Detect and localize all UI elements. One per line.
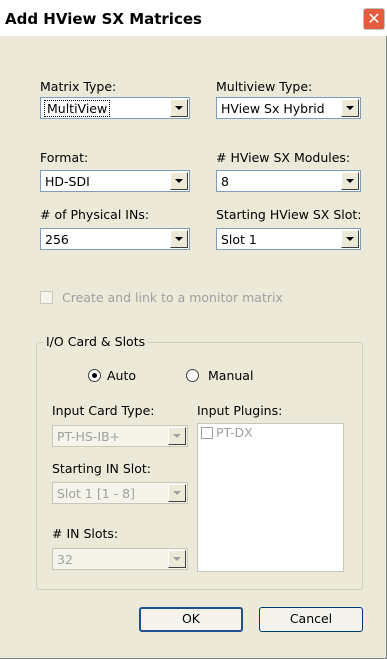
title-bar[interactable]: Add HView SX Matrices ✕ [0,0,387,36]
format-label: Format: [40,150,89,165]
dialog-title: Add HView SX Matrices [5,10,202,28]
modules-value: 8 [221,174,229,189]
input-card-type-value: PT-HS-IB+ [57,429,121,444]
cancel-button[interactable]: Cancel [259,607,363,632]
manual-radio[interactable] [186,369,199,382]
chevron-down-icon[interactable] [168,427,186,445]
input-plugins-label: Input Plugins: [197,403,283,418]
format-select[interactable]: HD-SDI [40,170,190,192]
dialog-window: Add HView SX Matrices ✕ Matrix Type: Mul… [0,0,387,659]
matrix-type-value: MultiView [43,100,111,117]
monitor-matrix-label: Create and link to a monitor matrix [62,290,283,305]
modules-select[interactable]: 8 [216,170,361,192]
chevron-down-icon[interactable] [168,550,186,568]
pt-dx-label: PT-DX [216,425,253,440]
starting-slot-label: Starting HView SX Slot: [216,207,362,222]
io-group-legend: I/O Card & Slots [44,334,148,349]
physical-ins-value: 256 [45,232,69,247]
chevron-down-icon[interactable] [341,172,359,190]
multiview-type-value: HView Sx Hybrid [221,101,325,116]
multiview-type-label: Multiview Type: [216,79,313,94]
ok-button[interactable]: OK [139,607,243,632]
close-button[interactable]: ✕ [363,8,385,30]
input-card-type-select[interactable]: PT-HS-IB+ [52,425,188,447]
matrix-type-label: Matrix Type: [40,79,117,94]
physical-ins-select[interactable]: 256 [40,228,190,250]
starting-in-slot-value: Slot 1 [1 - 8] [57,486,135,501]
in-slots-select[interactable]: 32 [52,548,188,570]
chevron-down-icon[interactable] [168,484,186,502]
input-plugins-list[interactable]: PT-DX [197,423,344,572]
in-slots-label: # IN Slots: [52,526,119,541]
starting-in-slot-label: Starting IN Slot: [52,461,152,476]
chevron-down-icon[interactable] [170,99,188,117]
starting-slot-select[interactable]: Slot 1 [216,228,361,250]
chevron-down-icon[interactable] [341,99,359,117]
format-value: HD-SDI [45,174,90,189]
physical-ins-label: # of Physical INs: [40,207,150,222]
multiview-type-select[interactable]: HView Sx Hybrid [216,97,361,119]
in-slots-value: 32 [57,552,73,567]
manual-radio-label[interactable]: Manual [208,368,253,383]
starting-slot-value: Slot 1 [221,232,257,247]
chevron-down-icon[interactable] [341,230,359,248]
monitor-matrix-checkbox[interactable] [40,291,53,304]
pt-dx-checkbox[interactable] [201,427,213,439]
starting-in-slot-select[interactable]: Slot 1 [1 - 8] [52,482,188,504]
input-card-type-label: Input Card Type: [52,403,155,418]
matrix-type-select[interactable]: MultiView [40,97,190,119]
modules-label: # HView SX Modules: [216,150,351,165]
auto-radio-label[interactable]: Auto [107,368,136,383]
auto-radio[interactable] [88,369,101,382]
chevron-down-icon[interactable] [170,172,188,190]
chevron-down-icon[interactable] [170,230,188,248]
